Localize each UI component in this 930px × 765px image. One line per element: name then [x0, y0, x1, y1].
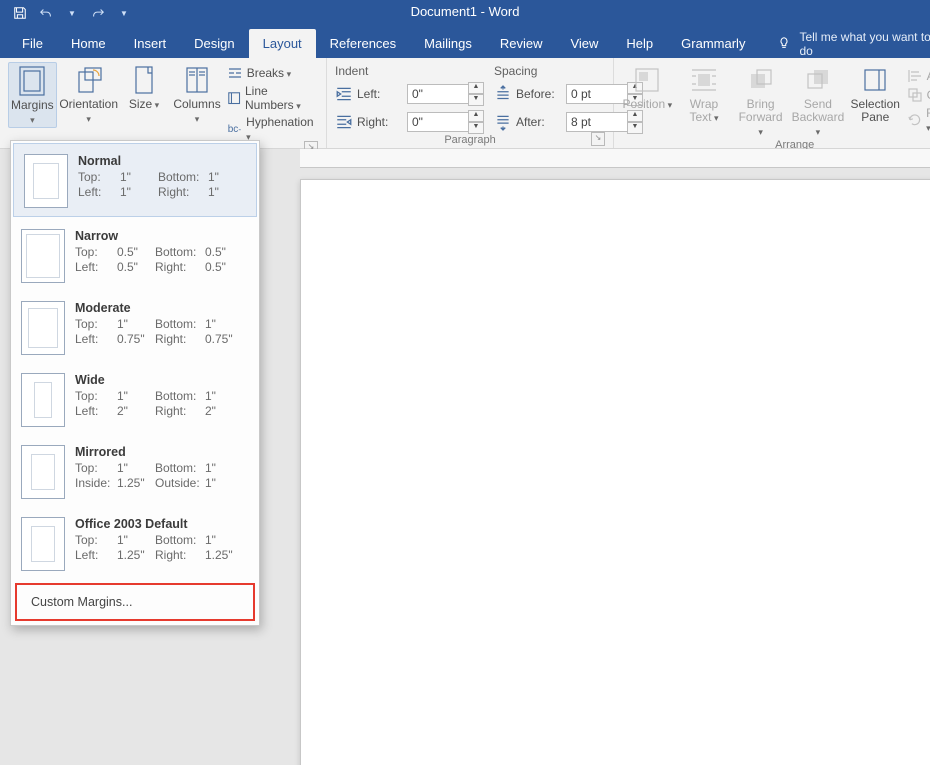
margins-icon [16, 65, 48, 97]
line-numbers-button[interactable]: Line Numbers [227, 84, 318, 112]
margins-option-title: Mirrored [75, 445, 249, 459]
group-arrange: Position Wrap Text Bring Forward Send Ba… [614, 58, 930, 148]
spin-down[interactable]: ▼ [468, 122, 484, 134]
tab-insert[interactable]: Insert [120, 29, 181, 58]
tell-me-search[interactable]: Tell me what you want to do [777, 30, 930, 58]
align-button[interactable]: Align [907, 68, 930, 84]
qat-dropdown-icon[interactable]: ▼ [62, 3, 82, 23]
indent-left-input[interactable] [407, 84, 469, 104]
group-page-setup: Margins Orientation Size Columns Breaks … [0, 58, 327, 148]
indent-left-label: Left: [357, 87, 403, 101]
tab-references[interactable]: References [316, 29, 410, 58]
spacing-before-label: Before: [516, 87, 562, 101]
spacing-before-icon [494, 85, 512, 103]
group-icon [907, 87, 923, 103]
margins-option-mirrored[interactable]: MirroredTop:1"Bottom:1"Inside:1.25"Outsi… [11, 435, 259, 507]
ribbon: Margins Orientation Size Columns Breaks … [0, 58, 930, 149]
margins-thumb-icon [21, 517, 65, 571]
undo-icon[interactable] [36, 3, 56, 23]
indent-right-icon [335, 113, 353, 131]
margins-option-title: Office 2003 Default [75, 517, 249, 531]
columns-icon [181, 64, 213, 96]
selection-pane-icon [859, 64, 891, 96]
margins-option-title: Moderate [75, 301, 249, 315]
title-bar: Document1 - Word ▼ ▼ File Home Insert De… [0, 0, 930, 58]
margins-option-wide[interactable]: WideTop:1"Bottom:1"Left:2"Right:2" [11, 363, 259, 435]
horizontal-ruler[interactable] [300, 149, 930, 168]
margins-thumb-icon [21, 301, 65, 355]
margins-option-normal[interactable]: NormalTop:1"Bottom:1"Left:1"Right:1" [13, 143, 257, 217]
group-paragraph: Indent Left: ▲▼ Right: ▲▼ Spacing [327, 58, 614, 148]
selection-pane-button[interactable]: Selection Pane [850, 62, 901, 124]
margins-thumb-icon [21, 373, 65, 427]
position-icon [631, 64, 663, 96]
tab-view[interactable]: View [556, 29, 612, 58]
spin-up[interactable]: ▲ [468, 82, 484, 94]
line-numbers-icon [227, 90, 241, 106]
custom-margins-button[interactable]: Custom Margins... [15, 583, 255, 621]
bring-forward-button[interactable]: Bring Forward [735, 62, 786, 139]
wrap-text-button[interactable]: Wrap Text [679, 62, 730, 125]
indent-left-icon [335, 85, 353, 103]
margins-option-title: Normal [78, 154, 246, 168]
margins-button[interactable]: Margins [8, 62, 57, 128]
tab-file[interactable]: File [8, 29, 57, 58]
redo-icon[interactable] [88, 3, 108, 23]
tab-help[interactable]: Help [612, 29, 667, 58]
align-icon [907, 68, 923, 84]
spin-down[interactable]: ▼ [468, 94, 484, 106]
margins-option-title: Narrow [75, 229, 249, 243]
indent-right-input[interactable] [407, 112, 469, 132]
margins-thumb-icon [21, 445, 65, 499]
margins-thumb-icon [21, 229, 65, 283]
margins-option-title: Wide [75, 373, 249, 387]
group-label-paragraph: Paragraph↘ [335, 134, 605, 148]
rotate-icon [907, 112, 923, 128]
spacing-after-label: After: [516, 115, 562, 129]
tell-me-label: Tell me what you want to do [799, 30, 930, 58]
tab-home[interactable]: Home [57, 29, 120, 58]
hyphenation-button[interactable]: bc-Hyphenation [227, 115, 318, 143]
tab-design[interactable]: Design [180, 29, 248, 58]
send-backward-icon [802, 64, 834, 96]
indent-right-label: Right: [357, 115, 403, 129]
tab-grammarly[interactable]: Grammarly [667, 29, 759, 58]
paragraph-dialog-launcher[interactable]: ↘ [591, 132, 605, 146]
tab-mailings[interactable]: Mailings [410, 29, 486, 58]
wrap-text-icon [688, 64, 720, 96]
ribbon-tabs: File Home Insert Design Layout Reference… [0, 26, 930, 58]
qat-customize-icon[interactable]: ▼ [114, 3, 134, 23]
hyphenation-icon: bc- [227, 121, 242, 137]
orientation-button[interactable]: Orientation [63, 62, 115, 126]
spin-up[interactable]: ▲ [468, 110, 484, 122]
group-objects-button[interactable]: Group [907, 87, 930, 103]
size-button[interactable]: Size [121, 62, 168, 112]
send-backward-button[interactable]: Send Backward [792, 62, 844, 139]
save-icon[interactable] [10, 3, 30, 23]
margins-option-office-2003-default[interactable]: Office 2003 DefaultTop:1"Bottom:1"Left:1… [11, 507, 259, 579]
spacing-after-icon [494, 113, 512, 131]
orientation-icon [73, 64, 105, 96]
margins-dropdown: NormalTop:1"Bottom:1"Left:1"Right:1"Narr… [10, 140, 260, 626]
tab-review[interactable]: Review [486, 29, 557, 58]
lightbulb-icon [777, 36, 791, 53]
breaks-button[interactable]: Breaks [227, 65, 318, 81]
rotate-button[interactable]: Rotate [907, 106, 930, 134]
breaks-icon [227, 65, 243, 81]
margins-option-moderate[interactable]: ModerateTop:1"Bottom:1"Left:0.75"Right:0… [11, 291, 259, 363]
bring-forward-icon [745, 64, 777, 96]
tab-layout[interactable]: Layout [249, 29, 316, 58]
columns-button[interactable]: Columns [173, 62, 220, 126]
indent-header: Indent [335, 64, 484, 78]
margins-thumb-icon [24, 154, 68, 208]
size-icon [128, 64, 160, 96]
position-button[interactable]: Position [622, 62, 673, 112]
document-page[interactable] [300, 179, 930, 765]
margins-option-narrow[interactable]: NarrowTop:0.5"Bottom:0.5"Left:0.5"Right:… [11, 219, 259, 291]
